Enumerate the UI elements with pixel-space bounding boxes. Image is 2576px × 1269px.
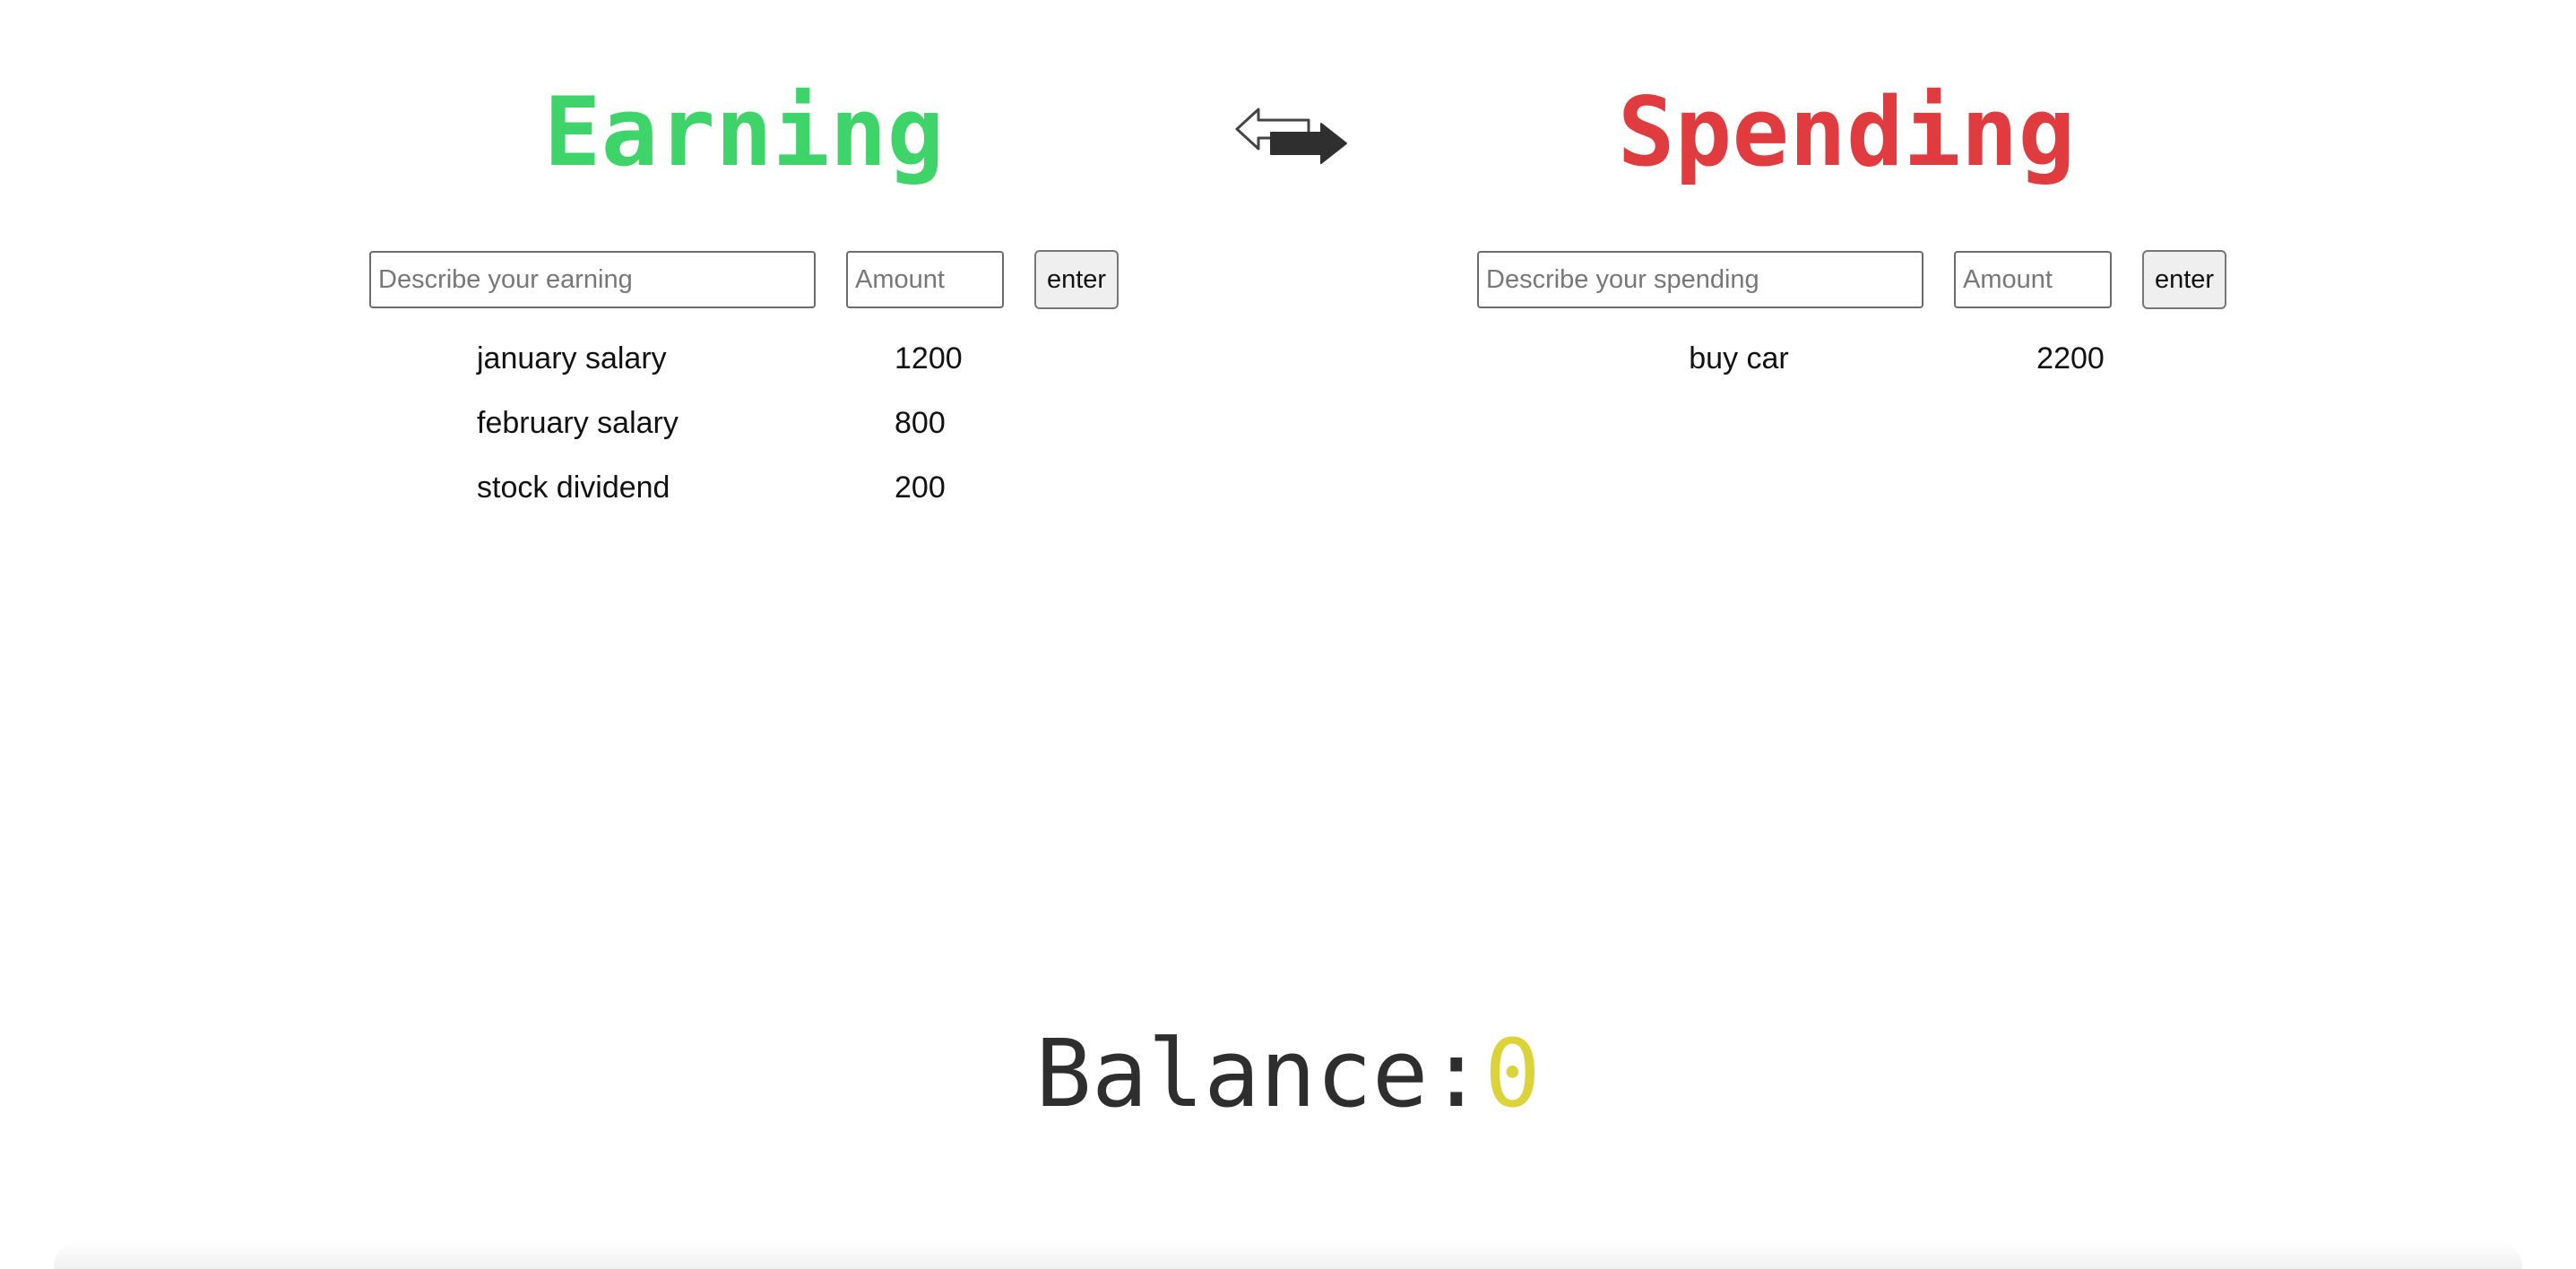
spending-description-input[interactable] [1477,251,1923,308]
entry-description: february salary [477,406,679,440]
spending-title: Spending [1617,77,2076,187]
entry-amount: 800 [895,406,946,440]
balance-label: Balance: [1035,1019,1485,1128]
exchange-arrows-icon[interactable] [1235,106,1348,168]
entry-description: stock dividend [477,470,670,505]
entry-amount: 2200 [2036,341,2105,376]
earning-description-input[interactable] [369,251,816,308]
spending-list: buy car 2200 [1569,332,2142,396]
entry-description: buy car [1689,341,1789,376]
earning-entry: stock dividend 200 [477,461,1058,525]
earning-title: Earning [543,77,945,187]
spending-amount-input[interactable] [1954,251,2112,308]
bottom-shadow-bar [54,1240,2522,1269]
spending-enter-button[interactable]: enter [2142,250,2226,309]
entry-amount: 200 [895,470,946,505]
earning-amount-input[interactable] [846,251,1004,308]
balance-display: Balance:0 [0,1011,2576,1136]
entry-amount: 1200 [895,341,963,376]
earning-list: january salary 1200 february salary 800 … [477,332,1058,525]
spending-entry: buy car 2200 [1569,332,2142,396]
earning-enter-button[interactable]: enter [1034,250,1119,309]
earning-entry: february salary 800 [477,396,1058,461]
entry-description: january salary [477,341,667,376]
balance-value: 0 [1484,1019,1541,1128]
earning-entry: january salary 1200 [477,332,1058,396]
